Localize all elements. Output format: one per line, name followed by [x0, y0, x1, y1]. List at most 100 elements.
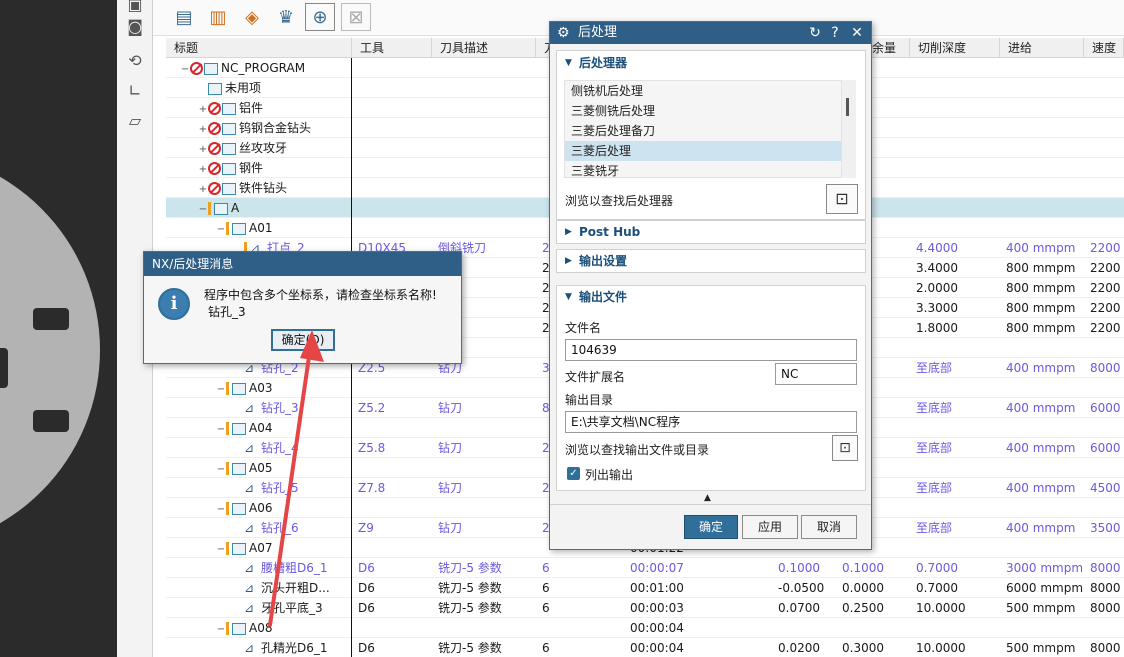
column-header-tool-desc[interactable]: 刀具描述	[432, 38, 536, 58]
output-file-header[interactable]: ▼ 输出文件	[557, 286, 865, 308]
tree-expander-icon[interactable]: +	[198, 180, 208, 198]
list-output-checkbox[interactable]: ✓	[567, 467, 580, 480]
table-row[interactable]: − A08 00:00:04	[166, 618, 1124, 638]
output-settings-section[interactable]: ▶ 输出设置	[556, 249, 866, 273]
tree-expander-icon[interactable]: −	[216, 220, 226, 238]
column-header-feed[interactable]: 进给	[1000, 38, 1084, 58]
name-cell[interactable]: + 钢件	[192, 158, 352, 178]
tree-expander-icon[interactable]: −	[216, 460, 226, 478]
output-directory-input[interactable]: E:\共享文档\NC程序	[565, 411, 857, 433]
cylinder-icon[interactable]: ◙	[123, 16, 147, 38]
create-program-icon[interactable]: ⊕	[305, 3, 335, 31]
name-cell[interactable]: − A03	[210, 378, 352, 398]
ok-button[interactable]: 确定	[684, 515, 738, 539]
graphics-viewport[interactable]	[0, 0, 117, 657]
table-row[interactable]: ⊿ 牙孔平底_3 D6 铣刀-5 参数 6 00:00:03 0.0700 0.2500 10.…	[166, 598, 1124, 618]
tree-expander-icon[interactable]: −	[216, 420, 226, 438]
column-header-depth[interactable]: 切削深度	[910, 38, 1000, 58]
expand-triangle-icon: ▶	[565, 256, 572, 266]
speed-cell: 6000	[1090, 441, 1121, 455]
name-cell[interactable]: ⊿ 钻孔_6	[228, 518, 352, 538]
file-extension-input[interactable]: NC	[775, 363, 857, 385]
angle-icon[interactable]: ∟	[123, 80, 147, 102]
scrollbar-thumb[interactable]	[846, 98, 849, 116]
name-cell[interactable]: + 铁件钻头	[192, 178, 352, 198]
program-order-view-icon[interactable]: ▤	[169, 3, 199, 31]
name-cell[interactable]: ⊿ 沉头开粗D...	[228, 578, 352, 598]
tree-expander-icon[interactable]: +	[198, 160, 208, 178]
tree-expander-icon[interactable]: −	[180, 60, 190, 78]
name-cell[interactable]: 未用项	[192, 78, 352, 98]
table-row[interactable]: ⊿ 沉头开粗D... D6 铣刀-5 参数 6 00:01:00 -0.0500 0.0000…	[166, 578, 1124, 598]
plane-icon[interactable]: ▱	[123, 110, 147, 132]
geometry-view-icon[interactable]: ◈	[237, 3, 267, 31]
message-title-bar[interactable]: NX/后处理消息	[144, 252, 461, 276]
name-cell[interactable]: − A	[192, 198, 352, 218]
postprocessor-list-item[interactable]: 三菱铣牙	[565, 161, 841, 177]
output-settings-header[interactable]: ▶ 输出设置	[557, 250, 865, 272]
program-folder-icon	[222, 142, 236, 155]
tree-expander-icon[interactable]: +	[198, 140, 208, 158]
column-header-tool[interactable]: 工具	[352, 38, 432, 58]
depth-cell: 0.7000	[916, 561, 958, 575]
cancel-button[interactable]: 取消	[801, 515, 857, 539]
table-row[interactable]: ⊿ 腰槽粗D6_1 D6 铣刀-5 参数 6 00:00:07 0.1000 0.1000 0.…	[166, 558, 1124, 578]
name-cell[interactable]: ⊿ 钻孔_5	[228, 478, 352, 498]
file-name-input[interactable]: 104639	[565, 339, 857, 361]
postprocessor-list-scrollbar[interactable]	[842, 80, 856, 178]
table-row[interactable]: ⊿ 孔精光D6_1 D6 铣刀-5 参数 6 00:00:04 0.0200 0.3000 10…	[166, 638, 1124, 657]
apply-button[interactable]: 应用	[742, 515, 798, 539]
tree-expander-icon[interactable]: +	[198, 120, 208, 138]
refresh-cube-icon[interactable]: ⟲	[123, 50, 147, 72]
name-cell[interactable]: ⊿ 钻孔_4	[228, 438, 352, 458]
tool-desc-cell	[432, 58, 536, 78]
name-cell[interactable]: + 钨钢合金钻头	[192, 118, 352, 138]
postprocessor-section-header[interactable]: ▼ 后处理器	[557, 52, 865, 74]
name-cell[interactable]: ⊿ 腰槽粗D6_1	[228, 558, 352, 578]
name-cell[interactable]: − A05	[210, 458, 352, 478]
name-cell[interactable]: − NC_PROGRAM	[174, 58, 352, 78]
close-icon[interactable]: ✕	[847, 22, 867, 44]
machine-tool-view-icon[interactable]: ▥	[203, 3, 233, 31]
name-cell[interactable]: − A04	[210, 418, 352, 438]
delete-icon[interactable]: ⊠	[341, 3, 371, 31]
tree-expander-icon[interactable]: −	[216, 500, 226, 518]
method-view-icon[interactable]: ♛	[271, 3, 301, 31]
postprocessor-list-item[interactable]: 三菱后处理	[565, 141, 841, 161]
speed-cell	[1084, 458, 1124, 478]
tree-expander-icon[interactable]: −	[216, 380, 226, 398]
postprocessor-list-item[interactable]: 侧铣机后处理	[565, 81, 841, 101]
tree-expander-icon[interactable]: −	[198, 200, 208, 218]
help-icon[interactable]: ?	[825, 22, 845, 44]
name-cell[interactable]: ⊿ 孔精光D6_1	[228, 638, 352, 657]
feed-cell	[1000, 198, 1084, 218]
name-cell[interactable]: + 丝攻攻牙	[192, 138, 352, 158]
name-cell[interactable]: − A08	[210, 618, 352, 638]
postprocessor-list-item[interactable]: 三菱侧铣后处理	[565, 101, 841, 121]
postprocessor-list-item[interactable]: 三菱后处理备刀	[565, 121, 841, 141]
dialog-separator	[550, 504, 871, 505]
column-header-name[interactable]: 标题	[166, 38, 352, 58]
tool-cell: D6	[358, 561, 375, 575]
name-cell[interactable]: ⊿ 牙孔平底_3	[228, 598, 352, 618]
name-cell[interactable]: − A01	[210, 218, 352, 238]
name-cell[interactable]: ⊿ 钻孔_3	[228, 398, 352, 418]
message-ok-button[interactable]: 确定(O)	[271, 329, 335, 351]
tree-expander-icon[interactable]: −	[216, 540, 226, 558]
post-hub-section[interactable]: ▶ Post Hub	[556, 220, 866, 244]
dialog-title-bar[interactable]: ⚙ 后处理 ↻ ? ✕	[550, 22, 871, 44]
postprocessor-list[interactable]: 侧铣机后处理 三菱侧铣后处理 三菱后处理备刀 三菱后处理 三菱铣牙	[564, 80, 842, 178]
column-header-speed[interactable]: 速度	[1084, 38, 1124, 58]
browse-output-button[interactable]: ⊡	[832, 435, 858, 461]
name-cell[interactable]: − A07	[210, 538, 352, 558]
tree-expander-icon[interactable]: +	[198, 100, 208, 118]
collapse-dialog-icon[interactable]: ▲	[704, 493, 711, 503]
name-cell[interactable]: − A06	[210, 498, 352, 518]
post-hub-header[interactable]: ▶ Post Hub	[557, 221, 865, 243]
stock-cell: 0.0700	[778, 601, 820, 615]
reset-icon[interactable]: ↻	[805, 22, 825, 44]
tree-expander-icon[interactable]: −	[216, 620, 226, 638]
cube-icon[interactable]: ▣	[123, 0, 147, 16]
name-cell[interactable]: + 铝件	[192, 98, 352, 118]
browse-postprocessor-button[interactable]: ⊡	[826, 184, 858, 214]
